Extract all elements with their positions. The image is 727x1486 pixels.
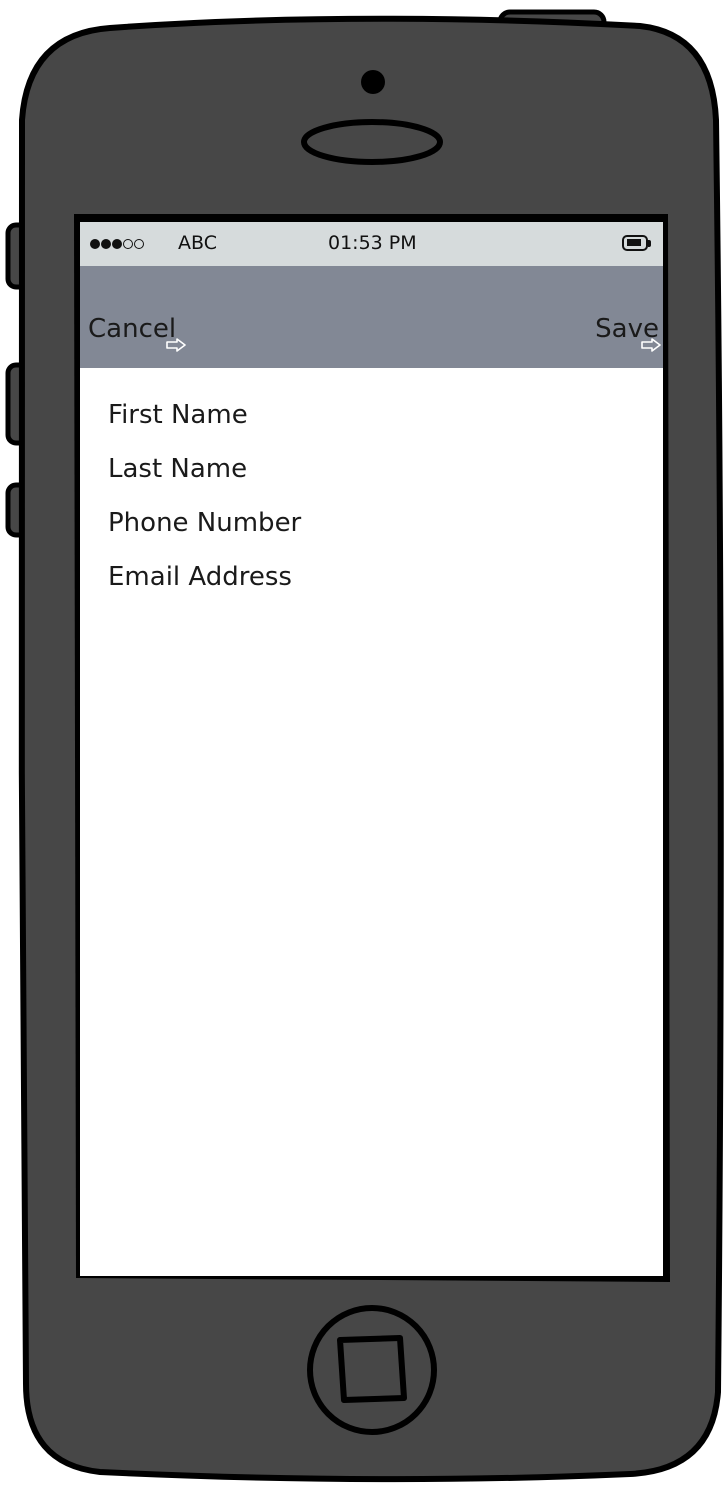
signal-dot-filled [90, 239, 100, 249]
battery-icon [622, 235, 648, 251]
last-name-field[interactable]: Last Name [108, 450, 301, 504]
signal-dot-empty [123, 239, 133, 249]
home-button[interactable] [307, 1305, 437, 1435]
navigation-bar: Cancel Save [80, 266, 663, 368]
contact-form: First Name Last Name Phone Number Email … [108, 396, 301, 612]
speaker-grille [301, 119, 443, 165]
phone-screen: ABC 01:53 PM Cancel Save First Name Last… [80, 222, 663, 1276]
first-name-field[interactable]: First Name [108, 396, 301, 450]
last-name-label: Last Name [108, 454, 248, 484]
phone-number-label: Phone Number [108, 508, 302, 538]
email-address-label: Email Address [108, 562, 292, 592]
carrier-name: ABC [178, 232, 217, 254]
signal-dot-filled [101, 239, 111, 249]
phone-number-field[interactable]: Phone Number [108, 504, 301, 558]
status-bar: ABC 01:53 PM [80, 222, 663, 266]
arrow-link-icon [641, 338, 661, 352]
email-address-field[interactable]: Email Address [108, 558, 301, 612]
battery-level-fill [627, 239, 641, 246]
status-time: 01:53 PM [328, 232, 417, 254]
battery-tip [648, 240, 651, 247]
signal-dot-filled [112, 239, 122, 249]
first-name-label: First Name [108, 400, 248, 430]
cancel-button-label: Cancel [88, 314, 177, 344]
signal-dot-empty [134, 239, 144, 249]
save-button[interactable]: Save [595, 314, 661, 352]
cancel-button[interactable]: Cancel [88, 314, 186, 352]
signal-strength-icon [90, 235, 145, 253]
arrow-link-icon [166, 338, 186, 352]
front-camera [361, 70, 385, 94]
